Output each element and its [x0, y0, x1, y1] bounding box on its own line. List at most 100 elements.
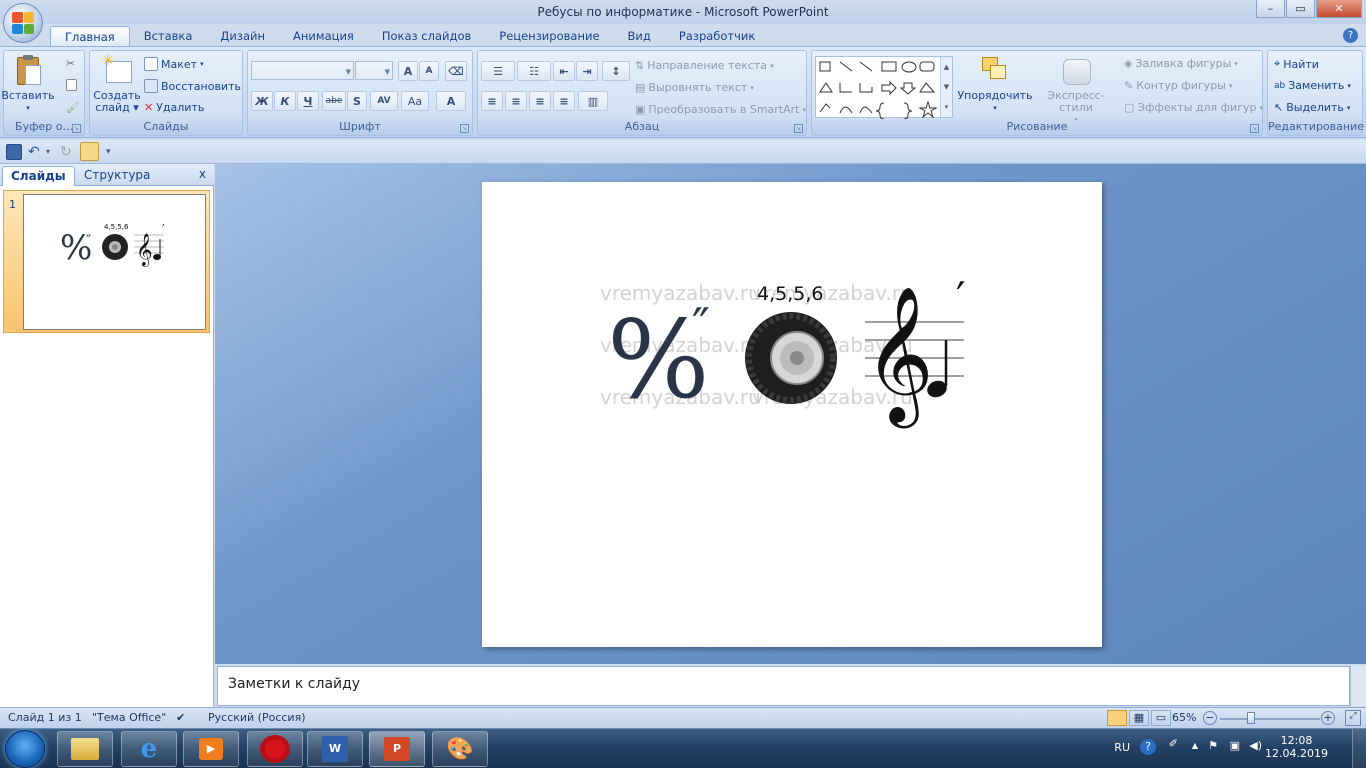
notes-area[interactable]: Заметки к слайду [217, 666, 1350, 706]
font-color-button[interactable]: A [436, 91, 466, 111]
text-direction-button[interactable]: ⇅ Направление текста ▾ [635, 59, 774, 72]
zoom-out-icon[interactable]: − [1203, 711, 1217, 725]
copy-icon[interactable] [66, 79, 77, 91]
paste-button[interactable]: Вставить ▾ [1, 55, 55, 114]
fit-to-window-icon[interactable]: ⤢ [1345, 710, 1361, 726]
word-icon[interactable]: W [307, 731, 363, 767]
quick-styles-button[interactable]: Экспресс-стили▾ [1034, 55, 1118, 126]
show-desktop-button[interactable] [1352, 729, 1366, 768]
volume-tray-icon[interactable]: ◀) [1249, 739, 1262, 752]
internet-explorer-icon[interactable]: e [121, 731, 177, 767]
qat-dropdown-icon[interactable]: ▾ [106, 144, 122, 160]
char-spacing-button[interactable]: AV [370, 91, 398, 111]
justify-icon[interactable]: ≡ [553, 91, 575, 111]
theme-name[interactable]: "Тема Office" [92, 711, 166, 724]
clock[interactable]: 12:08 12.04.2019 [1265, 734, 1328, 760]
shadow-button[interactable]: S [347, 91, 367, 111]
strikethrough-button[interactable]: abe [322, 91, 346, 111]
notes-scrollbar[interactable] [1350, 666, 1366, 706]
shape-effects-button[interactable]: ▢ Эффекты для фигур ▾ [1124, 101, 1263, 114]
format-painter-icon[interactable]: 🖌 [66, 101, 80, 114]
pane-close-button[interactable]: x [199, 167, 206, 181]
explorer-taskbar-icon[interactable] [57, 731, 113, 767]
smartart-button[interactable]: ▣ Преобразовать в SmartArt ▾ [635, 103, 806, 116]
save-icon[interactable] [6, 144, 22, 160]
arrange-button[interactable]: Упорядочить ▾ [957, 55, 1033, 114]
clipboard-launcher[interactable]: ↘ [72, 124, 81, 133]
reset-button[interactable]: Восстановить [144, 79, 241, 93]
bullets-icon[interactable]: ☰ [481, 61, 515, 81]
slide-thumbnail[interactable]: % ″ 4,5,5,6 𝄞 ′ [23, 194, 206, 330]
pen-tray-icon[interactable]: ✐ [1169, 737, 1178, 750]
flag-tray-icon[interactable]: ⚑ [1208, 739, 1218, 752]
zoom-slider-track[interactable] [1220, 718, 1320, 720]
change-case-button[interactable]: Aa [401, 91, 429, 111]
shrink-font-button[interactable]: A [419, 61, 439, 81]
tab-animation[interactable]: Анимация [279, 26, 368, 47]
tab-design[interactable]: Дизайн [206, 26, 279, 47]
tab-view[interactable]: Вид [614, 26, 665, 47]
help-icon[interactable]: ? [1343, 28, 1358, 43]
select-button[interactable]: ↖ Выделить ▾ [1274, 101, 1350, 114]
italic-button[interactable]: К [274, 91, 296, 111]
start-button[interactable] [5, 730, 45, 768]
shape-fill-button[interactable]: ◈ Заливка фигуры ▾ [1124, 57, 1238, 70]
decrease-indent-icon[interactable]: ⇤ [553, 61, 575, 81]
zoom-in-icon[interactable]: + [1321, 711, 1335, 725]
align-text-button[interactable]: ▤ Выровнять текст ▾ [635, 81, 754, 94]
find-button[interactable]: ⌖ Найти [1274, 57, 1319, 71]
align-right-icon[interactable]: ≡ [529, 91, 551, 111]
new-slide-button[interactable]: ✳ Создать слайд ▾ [93, 54, 141, 114]
delete-slide-button[interactable]: ✕ Удалить [144, 101, 204, 114]
media-player-icon[interactable]: ▶ [183, 731, 239, 767]
numbering-icon[interactable]: ☷ [517, 61, 551, 81]
paragraph-launcher[interactable]: ↘ [794, 124, 803, 133]
tab-developer[interactable]: Разработчик [665, 26, 770, 47]
cut-icon[interactable]: ✂ [66, 57, 75, 70]
font-size-combo[interactable]: ▼ [355, 61, 393, 80]
clear-format-icon[interactable]: ⌫ [445, 61, 467, 81]
normal-view-icon[interactable] [1107, 710, 1127, 726]
help-tray-icon[interactable]: ? [1140, 739, 1156, 755]
undo-icon[interactable]: ↶ [28, 144, 44, 160]
line-spacing-icon[interactable]: ↕ [602, 61, 630, 81]
zoom-slider-thumb[interactable] [1246, 712, 1255, 724]
tab-home[interactable]: Главная [50, 26, 130, 47]
network-tray-icon[interactable]: ▣ [1230, 739, 1240, 752]
drawing-launcher[interactable]: ↘ [1250, 124, 1259, 133]
slide-canvas[interactable]: vremyazabav.ru vremyazabav.ru vremyazaba… [482, 182, 1102, 647]
zoom-level[interactable]: 65% [1172, 711, 1196, 724]
align-center-icon[interactable]: ≡ [505, 91, 527, 111]
increase-indent-icon[interactable]: ⇥ [576, 61, 598, 81]
redo-icon[interactable]: ↻ [60, 144, 76, 160]
font-launcher[interactable]: ↘ [460, 124, 469, 133]
font-name-combo[interactable]: ▼ [251, 61, 354, 80]
opera-icon[interactable] [247, 731, 303, 767]
slide-thumbnail-selected[interactable]: 1 % ″ 4,5,5,6 𝄞 ′ [3, 190, 210, 333]
paint-icon[interactable]: 🎨 [432, 731, 488, 767]
tab-slideshow[interactable]: Показ слайдов [368, 26, 485, 47]
show-hidden-icons[interactable]: ▲ [1192, 741, 1198, 750]
tab-outline[interactable]: Структура [76, 166, 158, 186]
bold-button[interactable]: Ж [251, 91, 273, 111]
slideshow-view-icon[interactable]: ▭ [1151, 710, 1171, 726]
maximize-button[interactable]: ▭ [1286, 0, 1315, 18]
columns-icon[interactable]: ▥ [578, 91, 608, 111]
powerpoint-icon[interactable]: P [369, 731, 425, 767]
slide-sorter-icon[interactable]: ▦ [1129, 710, 1149, 726]
tab-review[interactable]: Рецензирование [485, 26, 613, 47]
close-button[interactable]: ✕ [1316, 0, 1362, 18]
customize-tool-icon[interactable] [80, 142, 99, 161]
grow-font-button[interactable]: A [398, 61, 418, 81]
language-indicator[interactable]: Русский (Россия) [208, 711, 306, 724]
minimize-button[interactable]: – [1256, 0, 1285, 18]
layout-button[interactable]: Макет ▾ [144, 57, 204, 71]
align-left-icon[interactable]: ≡ [481, 91, 503, 111]
replace-button[interactable]: ab Заменить ▾ [1274, 79, 1351, 92]
spellcheck-icon[interactable]: ✔ [176, 711, 185, 724]
underline-button[interactable]: Ч [297, 91, 319, 111]
input-language[interactable]: RU [1114, 741, 1130, 754]
office-button[interactable] [3, 3, 43, 43]
shapes-gallery[interactable]: ▲ ▼ ▾ [815, 56, 953, 120]
tab-insert[interactable]: Вставка [130, 26, 207, 47]
